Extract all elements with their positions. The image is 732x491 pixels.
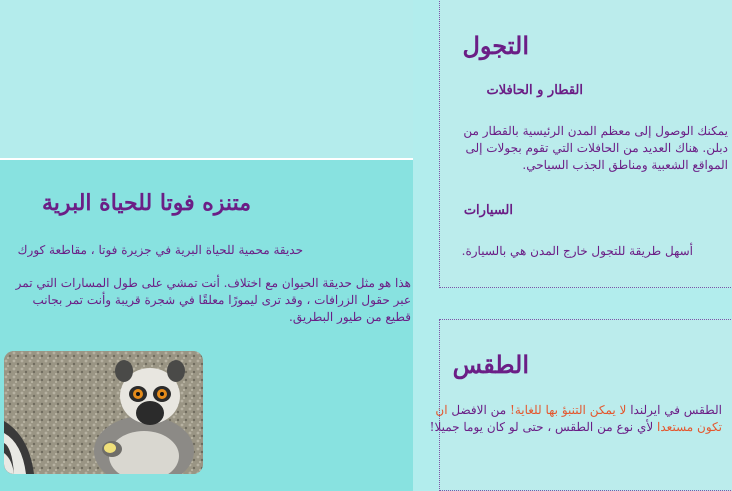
weather-text: الطقس في ايرلندا لا يمكن التنبؤ بها للغا… (422, 402, 722, 436)
lemur-photo (4, 351, 203, 474)
zoo-subtitle: حديقة محمية للحياة البرية في جزيرة فوتا … (17, 243, 303, 257)
page: متنزه فوتا للحياة البرية حديقة محمية للح… (0, 0, 732, 491)
zoo-title: متنزه فوتا للحياة البرية (42, 190, 251, 216)
weather-text-1: الطقس في ايرلندا (630, 403, 722, 417)
travel-title: التجول (462, 31, 529, 60)
zoo-card: متنزه فوتا للحياة البرية حديقة محمية للح… (0, 158, 413, 491)
weather-highlight-1: لا يمكن التنبؤ بها للغاية! (510, 403, 627, 417)
lemur-image (4, 351, 203, 474)
weather-text-3: لأي نوع من الطقس ، حتى لو كان يوما جميلا… (429, 420, 654, 434)
header-space (0, 0, 413, 158)
train-text: يمكنك الوصول إلى معظم المدن الرئيسية بال… (463, 124, 728, 172)
weather-text-2: من الافضل (451, 403, 507, 417)
travel-panel: التجول القطار و الحافلات يمكنك الوصول إل… (439, 0, 732, 288)
weather-panel: الطقس الطقس في ايرلندا لا يمكن التنبؤ به… (430, 319, 732, 491)
cars-text: أسهل طريقة للتجول خارج المدن هي بالسيارة… (461, 244, 693, 258)
train-heading: القطار و الحافلات (486, 83, 583, 98)
zoo-description: هذا هو مثل حديقة الحيوان مع اختلاف. أنت … (15, 276, 411, 324)
cars-heading: السيارات (463, 203, 513, 218)
weather-title: الطقس (452, 350, 529, 379)
